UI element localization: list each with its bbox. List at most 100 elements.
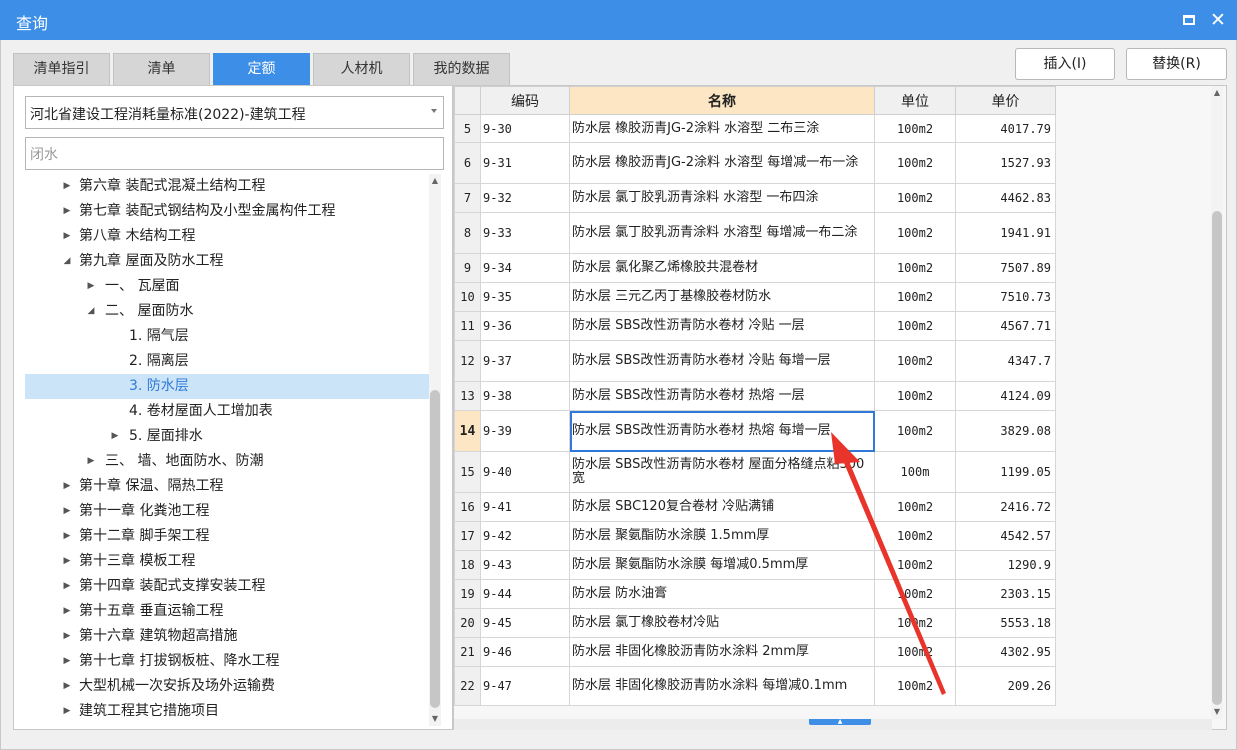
cell-price[interactable]: 2303.15	[955, 579, 1056, 609]
collapse-arrow-icon[interactable]: ▶	[61, 174, 73, 199]
table-row[interactable]: 7 9-32 防水层 氯丁胶乳沥青涂料 水溶型 一布四涂 100m2 4462.83	[454, 183, 1056, 213]
cell-unit[interactable]: 100m2	[874, 282, 956, 312]
tree-item[interactable]: ▶ 第十五章 垂直运输工程	[25, 599, 429, 624]
cell-price[interactable]: 1199.05	[955, 451, 1056, 493]
cell-name[interactable]: 防水层 氯丁胶乳沥青涂料 水溶型 每增减一布二涂	[569, 212, 875, 254]
cell-code[interactable]: 9-38	[480, 381, 570, 411]
collapse-arrow-icon[interactable]: ▶	[61, 574, 73, 599]
collapse-arrow-icon[interactable]: ▶	[61, 624, 73, 649]
cell-price[interactable]: 7507.89	[955, 253, 1056, 283]
table-row[interactable]: 14 9-39 防水层 SBS改性沥青防水卷材 热熔 每增一层 100m2 3829.0…	[454, 410, 1056, 452]
cell-price[interactable]: 2416.72	[955, 492, 1056, 522]
cell-name[interactable]: 防水层 橡胶沥青JG-2涂料 水溶型 每增减一布一涂	[569, 142, 875, 184]
tree-item[interactable]: ▶ 三、 墙、地面防水、防潮	[25, 449, 429, 474]
table-row[interactable]: 11 9-36 防水层 SBS改性沥青防水卷材 冷贴 一层 100m2 4567.71	[454, 311, 1056, 341]
table-row[interactable]: 6 9-31 防水层 橡胶沥青JG-2涂料 水溶型 每增减一布一涂 100m2 1527…	[454, 142, 1056, 184]
collapse-arrow-icon[interactable]: ▶	[61, 474, 73, 499]
cell-name[interactable]: 防水层 SBS改性沥青防水卷材 热熔 每增一层	[569, 410, 875, 452]
collapse-arrow-icon[interactable]: ▶	[61, 674, 73, 699]
cell-price[interactable]: 4124.09	[955, 381, 1056, 411]
table-row[interactable]: 22 9-47 防水层 非固化橡胶沥青防水涂料 每增减0.1mm 100m2 209.2…	[454, 666, 1056, 706]
table-row[interactable]: 5 9-30 防水层 橡胶沥青JG-2涂料 水溶型 二布三涂 100m2 4017.79	[454, 114, 1056, 143]
cell-name[interactable]: 防水层 氯化聚乙烯橡胶共混卷材	[569, 253, 875, 283]
table-row[interactable]: 19 9-44 防水层 防水油膏 100m2 2303.15	[454, 579, 1056, 609]
collapse-arrow-icon[interactable]: ▶	[61, 599, 73, 624]
cell-price[interactable]: 7510.73	[955, 282, 1056, 312]
cell-price[interactable]: 4347.7	[955, 340, 1056, 382]
table-row[interactable]: 12 9-37 防水层 SBS改性沥青防水卷材 冷贴 每增一层 100m2 4347.7	[454, 340, 1056, 382]
tree-scroll-thumb[interactable]	[430, 390, 440, 708]
close-icon[interactable]: ✕	[1207, 8, 1229, 32]
cell-code[interactable]: 9-34	[480, 253, 570, 283]
table-row[interactable]: 17 9-42 防水层 聚氨酯防水涂膜 1.5mm厚 100m2 4542.57	[454, 521, 1056, 551]
cell-price[interactable]: 4567.71	[955, 311, 1056, 341]
tree-item[interactable]: ▶ 第十一章 化粪池工程	[25, 499, 429, 524]
search-input[interactable]	[25, 137, 444, 170]
cell-unit[interactable]: 100m2	[874, 212, 956, 254]
cell-code[interactable]: 9-40	[480, 451, 570, 493]
standard-select[interactable]: 河北省建设工程消耗量标准(2022)-建筑工程	[25, 96, 444, 129]
cell-unit[interactable]: 100m2	[874, 521, 956, 551]
cell-price[interactable]: 3829.08	[955, 410, 1056, 452]
cell-code[interactable]: 9-32	[480, 183, 570, 213]
cell-name[interactable]: 防水层 SBS改性沥青防水卷材 冷贴 每增一层	[569, 340, 875, 382]
replace-button[interactable]: 替换(R)	[1126, 48, 1227, 80]
tree-item[interactable]: ▶ 5. 屋面排水	[25, 424, 429, 449]
cell-name[interactable]: 防水层 氯丁橡胶卷材冷贴	[569, 608, 875, 638]
cell-price[interactable]: 4462.83	[955, 183, 1056, 213]
cell-price[interactable]: 4542.57	[955, 521, 1056, 551]
scroll-up-icon[interactable]: ▲	[429, 174, 441, 188]
table-row[interactable]: 16 9-41 防水层 SBC120复合卷材 冷贴满铺 100m2 2416.72	[454, 492, 1056, 522]
insert-button[interactable]: 插入(I)	[1015, 48, 1115, 80]
scroll-down-icon[interactable]: ▼	[429, 712, 441, 726]
table-row[interactable]: 15 9-40 防水层 SBS改性沥青防水卷材 屋面分格缝点粘300宽 100m 119…	[454, 451, 1056, 493]
tab-labor-material-machine[interactable]: 人材机	[313, 53, 410, 85]
table-horizontal-scrollbar[interactable]: ▲	[454, 719, 1212, 730]
collapse-arrow-icon[interactable]: ▶	[61, 549, 73, 574]
collapse-arrow-icon[interactable]: ▶	[109, 424, 121, 449]
tree-item[interactable]: ▶ 大型机械一次安拆及场外运输费	[25, 674, 429, 699]
tree-item[interactable]: ▶ 建筑工程其它措施项目	[25, 699, 429, 724]
cell-code[interactable]: 9-33	[480, 212, 570, 254]
tree-item[interactable]: ◢ 第九章 屋面及防水工程	[25, 249, 429, 274]
collapse-arrow-icon[interactable]: ▶	[85, 449, 97, 474]
cell-code[interactable]: 9-41	[480, 492, 570, 522]
chevron-down-icon[interactable]	[431, 109, 437, 113]
cell-unit[interactable]: 100m2	[874, 410, 956, 452]
cell-unit[interactable]: 100m2	[874, 142, 956, 184]
cell-unit[interactable]: 100m2	[874, 608, 956, 638]
tree-item[interactable]: 3. 防水层	[25, 374, 429, 399]
cell-name[interactable]: 防水层 SBS改性沥青防水卷材 热熔 一层	[569, 381, 875, 411]
cell-price[interactable]: 1527.93	[955, 142, 1056, 184]
cell-code[interactable]: 9-47	[480, 666, 570, 706]
cell-unit[interactable]: 100m2	[874, 183, 956, 213]
cell-unit[interactable]: 100m2	[874, 492, 956, 522]
table-row[interactable]: 10 9-35 防水层 三元乙丙丁基橡胶卷材防水 100m2 7510.73	[454, 282, 1056, 312]
cell-name[interactable]: 防水层 非固化橡胶沥青防水涂料 2mm厚	[569, 637, 875, 667]
cell-name[interactable]: 防水层 聚氨酯防水涂膜 1.5mm厚	[569, 521, 875, 551]
cell-name[interactable]: 防水层 三元乙丙丁基橡胶卷材防水	[569, 282, 875, 312]
cell-unit[interactable]: 100m2	[874, 114, 956, 143]
cell-name[interactable]: 防水层 防水油膏	[569, 579, 875, 609]
scroll-down-icon[interactable]: ▼	[1211, 705, 1223, 719]
expand-arrow-icon[interactable]: ◢	[85, 299, 97, 324]
tree-item[interactable]: ▶ 第八章 木结构工程	[25, 224, 429, 249]
tree-item[interactable]: 4. 卷材屋面人工增加表	[25, 399, 429, 424]
collapse-grip-icon[interactable]: ▲	[809, 719, 871, 725]
collapse-arrow-icon[interactable]: ▶	[85, 274, 97, 299]
tree-item[interactable]: 1. 隔气层	[25, 324, 429, 349]
column-header-price[interactable]: 单价	[955, 86, 1056, 115]
cell-name[interactable]: 防水层 SBC120复合卷材 冷贴满铺	[569, 492, 875, 522]
cell-unit[interactable]: 100m2	[874, 637, 956, 667]
cell-name[interactable]: 防水层 非固化橡胶沥青防水涂料 每增减0.1mm	[569, 666, 875, 706]
tab-quota[interactable]: 定额	[213, 53, 310, 85]
cell-code[interactable]: 9-44	[480, 579, 570, 609]
tree-item[interactable]: ▶ 第六章 装配式混凝土结构工程	[25, 174, 429, 199]
cell-unit[interactable]: 100m	[874, 451, 956, 493]
cell-price[interactable]: 1941.91	[955, 212, 1056, 254]
table-row[interactable]: 21 9-46 防水层 非固化橡胶沥青防水涂料 2mm厚 100m2 4302.95	[454, 637, 1056, 667]
tree-item[interactable]: ▶ 第十七章 打拔钢板桩、降水工程	[25, 649, 429, 674]
cell-code[interactable]: 9-35	[480, 282, 570, 312]
table-row[interactable]: 13 9-38 防水层 SBS改性沥青防水卷材 热熔 一层 100m2 4124.09	[454, 381, 1056, 411]
cell-unit[interactable]: 100m2	[874, 340, 956, 382]
